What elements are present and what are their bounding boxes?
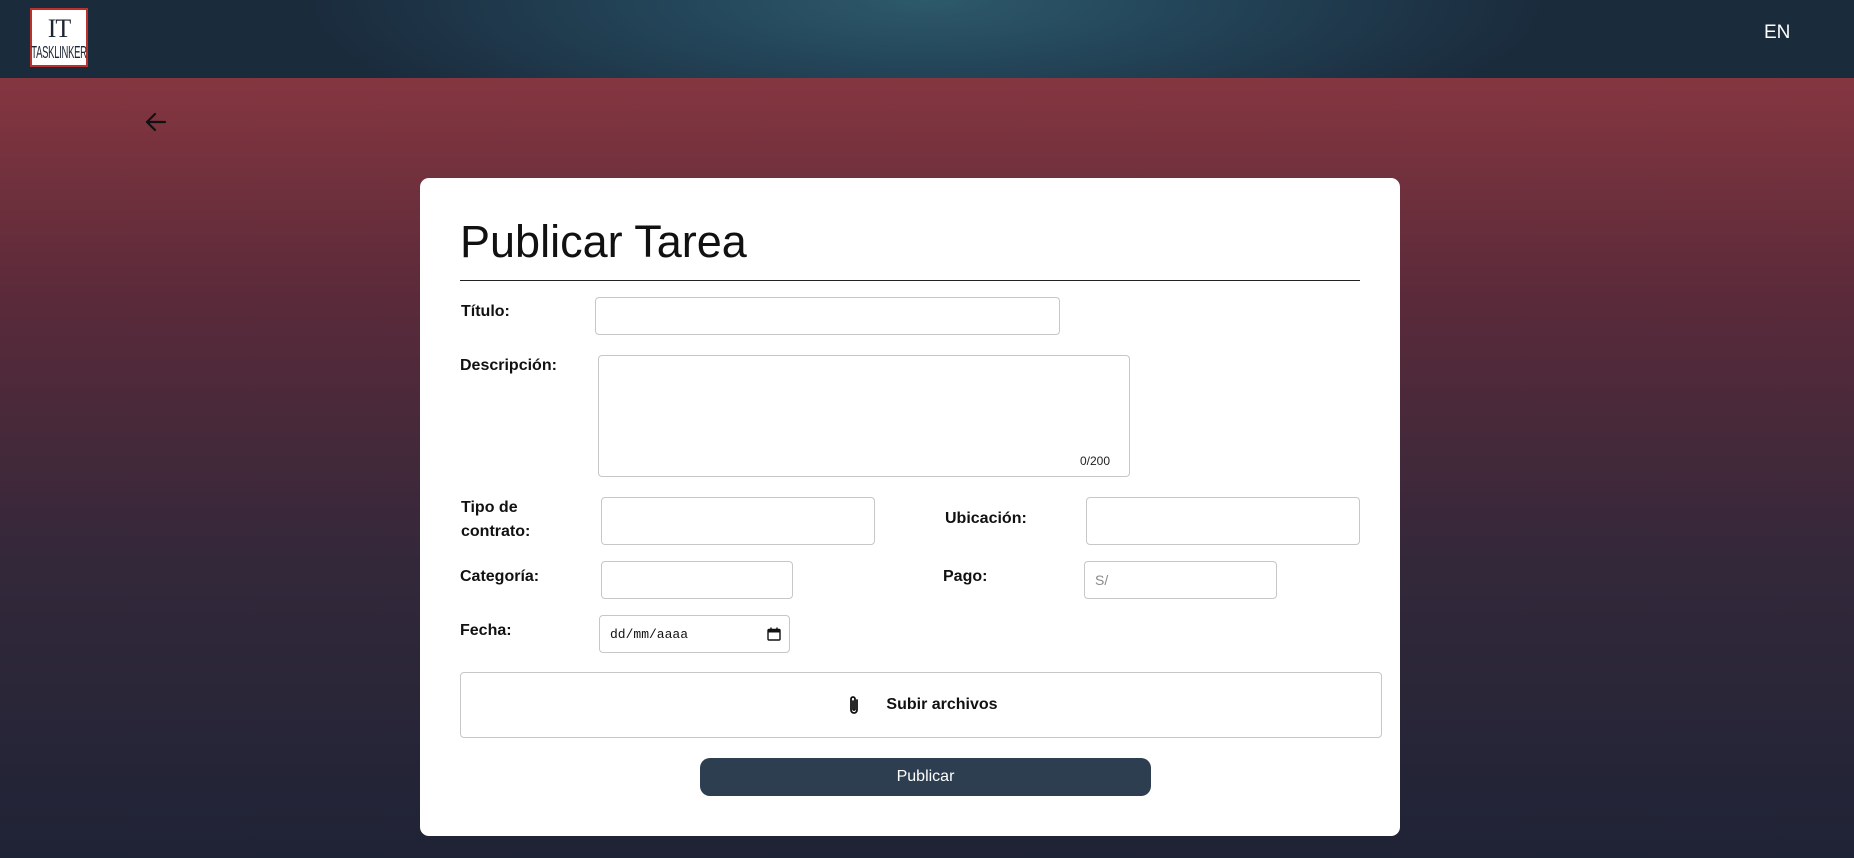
- description-char-counter: 0/200: [1080, 454, 1111, 468]
- date-placeholder: dd/mm/aaaa: [610, 626, 689, 642]
- upload-label: Subir archivos: [886, 696, 998, 713]
- title-divider: [460, 280, 1360, 281]
- pago-input[interactable]: [1084, 561, 1277, 599]
- categoria-label: Categoría:: [460, 568, 540, 585]
- fecha-label: Fecha:: [460, 622, 512, 639]
- back-button[interactable]: [143, 108, 171, 136]
- logo-text: TASKLINKER: [31, 43, 87, 64]
- ubicacion-input[interactable]: [1086, 497, 1360, 545]
- titulo-input[interactable]: [595, 297, 1060, 335]
- pago-label: Pago:: [943, 568, 988, 585]
- page-title: Publicar Tarea: [460, 216, 747, 267]
- descripcion-label: Descripción:: [460, 357, 557, 374]
- tipo-contrato-input[interactable]: [601, 497, 875, 545]
- paperclip-icon: [850, 696, 859, 714]
- language-toggle[interactable]: EN: [1764, 22, 1790, 44]
- tasklinker-logo[interactable]: IT TASKLINKER: [30, 8, 88, 67]
- publish-task-card: Publicar Tarea Título: Descripción: 0/20…: [420, 178, 1400, 836]
- descripcion-textarea[interactable]: [598, 355, 1130, 477]
- publish-button[interactable]: Publicar: [700, 758, 1151, 796]
- fecha-date-input[interactable]: dd/mm/aaaa: [599, 615, 790, 653]
- ubicacion-label: Ubicación:: [945, 510, 1027, 527]
- upload-files-button[interactable]: Subir archivos: [460, 672, 1382, 738]
- tipo-contrato-label: Tipo de contrato:: [461, 499, 531, 540]
- calendar-icon[interactable]: [767, 627, 781, 641]
- logo-mark: IT: [47, 14, 72, 43]
- top-navbar: IT TASKLINKER EN: [0, 0, 1854, 78]
- titulo-label: Título:: [461, 303, 510, 320]
- categoria-input[interactable]: [601, 561, 793, 599]
- arrow-left-icon: [145, 112, 167, 132]
